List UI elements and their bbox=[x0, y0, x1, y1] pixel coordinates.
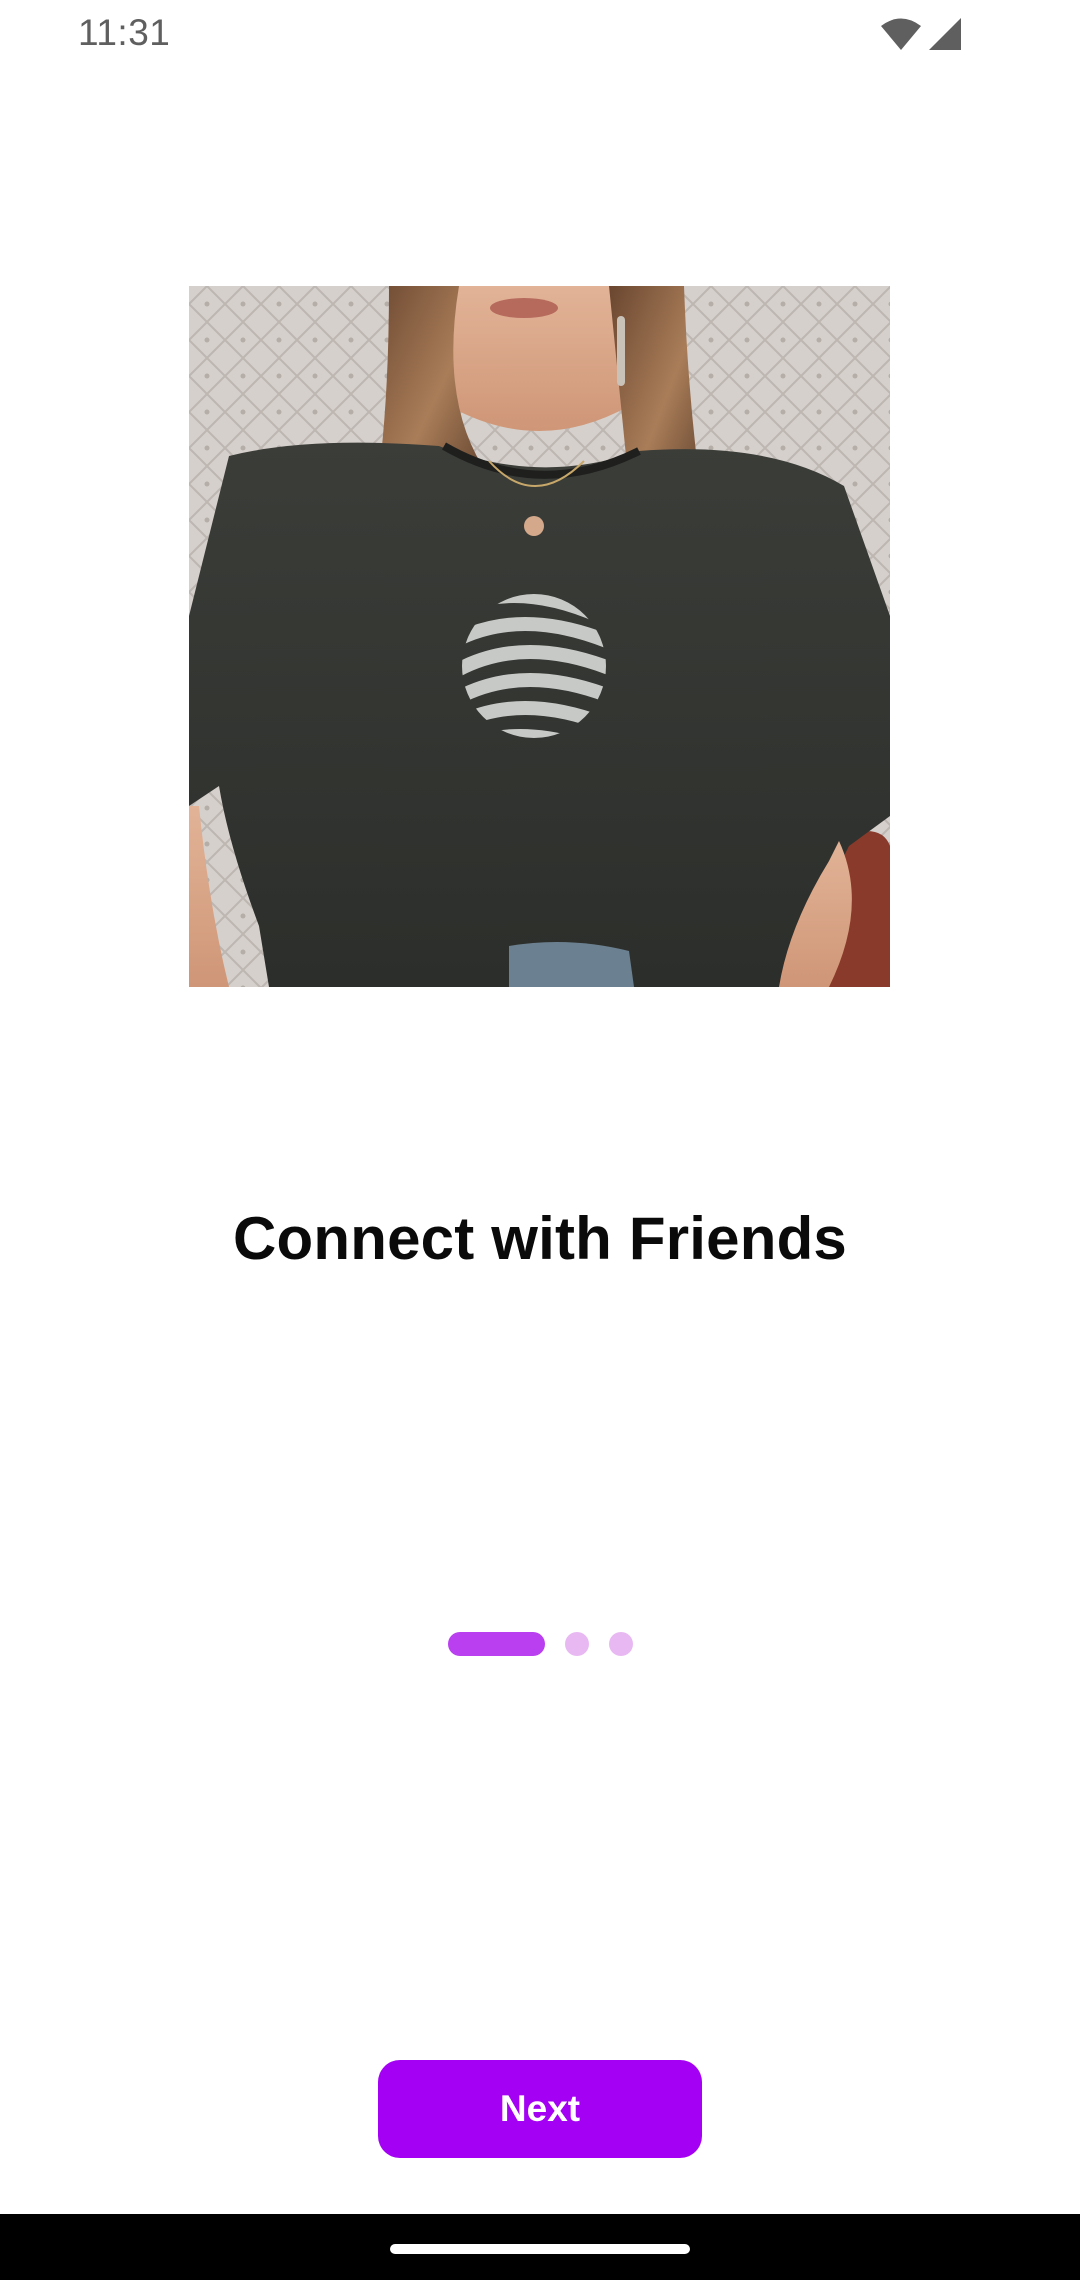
wifi-icon bbox=[880, 17, 922, 51]
hero-image bbox=[189, 286, 890, 987]
status-bar: 11:31 bbox=[0, 0, 1080, 72]
home-gesture-handle[interactable] bbox=[390, 2244, 690, 2254]
next-button[interactable]: Next bbox=[378, 2060, 702, 2158]
navigation-bar bbox=[0, 2214, 1080, 2280]
page-indicator-dot[interactable] bbox=[608, 1632, 633, 1656]
page-indicator-dot[interactable] bbox=[564, 1632, 589, 1656]
page-indicator bbox=[0, 1632, 1080, 1656]
onboarding-title: Connect with Friends bbox=[232, 1205, 848, 1272]
status-icons bbox=[880, 17, 962, 51]
page-indicator-dot-active[interactable] bbox=[447, 1632, 545, 1656]
status-time: 11:31 bbox=[78, 12, 171, 53]
onboarding-screen: 11:31 Connect with Friends Next bbox=[0, 0, 1080, 2280]
cellular-signal-icon bbox=[928, 17, 962, 51]
